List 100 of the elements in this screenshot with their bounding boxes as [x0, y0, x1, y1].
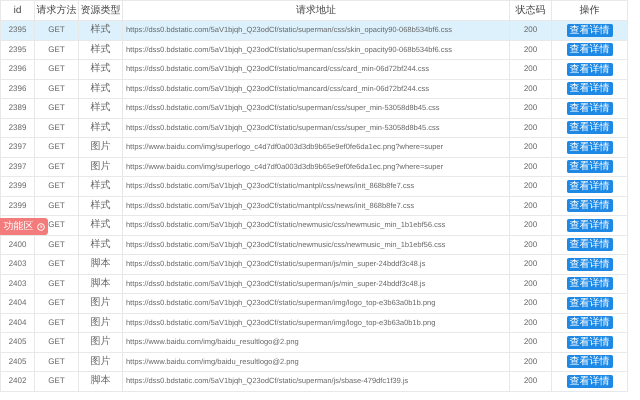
view-details-button[interactable]: 查看详情 — [566, 238, 612, 252]
clock-icon — [36, 222, 44, 230]
type-cell: 样式 — [90, 180, 110, 192]
id-cell: 2404 — [8, 298, 26, 308]
type-cell: 脚本 — [90, 258, 110, 270]
floating-tab[interactable]: 功能区 — [0, 218, 48, 235]
view-details-button[interactable]: 查看详情 — [566, 374, 612, 388]
method-cell: GET — [48, 142, 65, 152]
id-cell: 2397 — [8, 162, 26, 171]
type-cell: 样式 — [90, 200, 110, 211]
type-cell: 样式 — [90, 102, 110, 114]
method-cell: GET — [48, 259, 65, 268]
view-details-button[interactable]: 查看详情 — [566, 140, 612, 154]
type-cell: 图片 — [90, 160, 110, 172]
status-cell: 200 — [524, 376, 538, 386]
type-cell: 样式 — [90, 63, 110, 74]
status-cell: 200 — [524, 278, 538, 288]
column-header: 资源类型 — [80, 4, 120, 16]
type-cell: 样式 — [90, 44, 110, 55]
type-cell: 脚本 — [90, 278, 110, 289]
id-cell: 2405 — [8, 337, 26, 346]
status-cell: 200 — [524, 25, 538, 34]
status-cell: 200 — [524, 122, 538, 132]
view-details-button[interactable]: 查看详情 — [566, 62, 612, 76]
id-cell: 2399 — [8, 200, 26, 210]
status-cell: 200 — [524, 103, 538, 112]
status-cell: 200 — [524, 298, 538, 308]
method-cell: GET — [48, 181, 65, 190]
view-details-button[interactable]: 查看详情 — [566, 218, 612, 232]
status-cell: 200 — [524, 44, 538, 54]
id-cell: 2405 — [8, 356, 26, 366]
method-cell: GET — [48, 278, 65, 288]
column-header: 状态码 — [516, 4, 546, 16]
view-details-button[interactable]: 查看详情 — [566, 180, 612, 193]
type-cell: 图片 — [90, 336, 110, 348]
method-cell: GET — [48, 220, 65, 230]
id-cell: 2403 — [8, 278, 26, 288]
view-details-button[interactable]: 查看详情 — [566, 121, 612, 134]
column-header: 操作 — [580, 4, 600, 16]
id-cell: 2402 — [8, 376, 26, 386]
view-details-button[interactable]: 查看详情 — [566, 43, 612, 56]
method-cell: GET — [48, 298, 65, 308]
status-cell: 200 — [524, 318, 538, 327]
method-cell: GET — [48, 25, 65, 34]
id-cell: 2395 — [8, 44, 26, 54]
method-cell: GET — [48, 376, 65, 386]
view-details-button[interactable]: 查看详情 — [566, 24, 612, 37]
view-details-button[interactable]: 查看详情 — [566, 199, 612, 212]
status-cell: 200 — [524, 337, 538, 346]
status-cell: 200 — [524, 200, 538, 210]
status-cell: 200 — [524, 240, 538, 249]
column-header: id — [14, 4, 22, 16]
view-details-button[interactable]: 查看详情 — [566, 102, 612, 115]
type-cell: 样式 — [90, 219, 110, 230]
status-cell: 200 — [524, 142, 538, 152]
id-cell: 2403 — [8, 259, 26, 268]
method-cell: GET — [48, 122, 65, 132]
status-cell: 200 — [524, 84, 538, 93]
view-details-button[interactable]: 查看详情 — [566, 296, 612, 310]
id-cell: 2396 — [8, 84, 26, 93]
view-details-button[interactable]: 查看详情 — [566, 355, 612, 368]
view-details-button[interactable]: 查看详情 — [566, 258, 612, 271]
id-cell: 2397 — [8, 142, 26, 152]
method-cell: GET — [48, 103, 65, 112]
method-cell: GET — [48, 337, 65, 346]
method-cell: GET — [48, 162, 65, 171]
status-cell: 200 — [524, 162, 538, 171]
id-cell: 2396 — [8, 64, 26, 74]
view-details-button[interactable]: 查看详情 — [566, 82, 612, 96]
type-cell: 图片 — [90, 297, 110, 308]
status-cell: 200 — [524, 259, 538, 268]
method-cell: GET — [48, 84, 65, 93]
column-header: 请求地址 — [296, 4, 336, 16]
type-cell: 样式 — [90, 122, 110, 133]
view-details-button[interactable]: 查看详情 — [566, 277, 612, 290]
status-cell: 200 — [524, 356, 538, 366]
method-cell: GET — [48, 240, 65, 249]
type-cell: 样式 — [90, 24, 110, 36]
id-cell: 2389 — [8, 103, 26, 112]
status-cell: 200 — [524, 220, 538, 230]
view-details-button[interactable]: 查看详情 — [566, 316, 612, 330]
id-cell: 2399 — [8, 181, 26, 190]
method-cell: GET — [48, 64, 65, 74]
method-cell: GET — [48, 200, 65, 210]
id-cell: 2395 — [8, 25, 26, 34]
column-header: 请求方法 — [36, 4, 76, 16]
type-cell: 样式 — [90, 238, 110, 250]
type-cell: 脚本 — [90, 375, 110, 386]
type-cell: 图片 — [90, 356, 110, 367]
view-details-button[interactable]: 查看详情 — [566, 336, 612, 349]
type-cell: 样式 — [90, 82, 110, 94]
status-cell: 200 — [524, 181, 538, 190]
type-cell: 图片 — [90, 316, 110, 328]
id-cell: 2400 — [8, 240, 26, 249]
view-details-button[interactable]: 查看详情 — [566, 160, 612, 174]
method-cell: GET — [48, 356, 65, 366]
method-cell: GET — [48, 44, 65, 54]
id-cell: 2404 — [8, 318, 26, 327]
type-cell: 图片 — [90, 141, 110, 152]
method-cell: GET — [48, 318, 65, 327]
